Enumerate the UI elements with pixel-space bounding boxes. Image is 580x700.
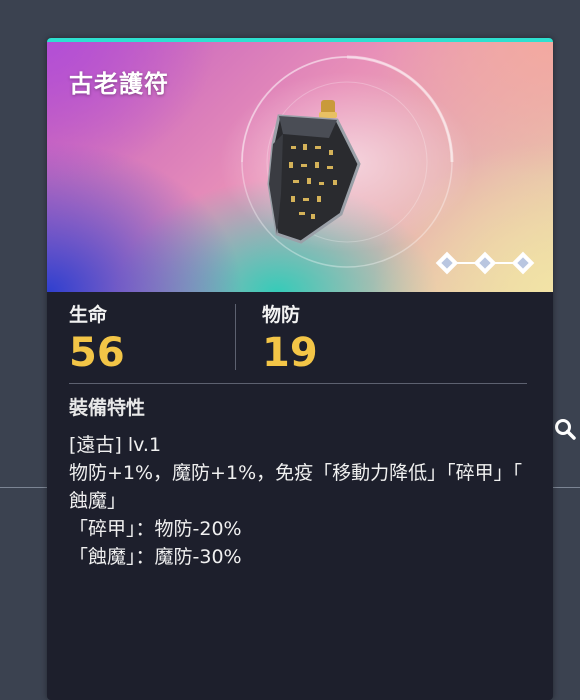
trait-line: 蝕魔」 xyxy=(69,490,127,512)
diamond-icon xyxy=(473,251,497,275)
diamond-icon xyxy=(511,251,535,275)
trait-line: 「蝕魔」：魔防-30% xyxy=(69,546,242,568)
trait-line: 物防+1%，魔防+1%，免疫「移動力降低」「碎甲」「 xyxy=(69,462,523,484)
diamond-icon xyxy=(435,251,459,275)
stat-hp-label: 生命 xyxy=(69,304,108,326)
item-title: 古老護符 xyxy=(69,70,169,98)
trait-line: 「碎甲」：物防-20% xyxy=(69,518,242,540)
traits-title: 裝備特性 xyxy=(69,397,146,419)
stat-physical-defense: 物防 19 xyxy=(262,300,318,373)
traits-description: [遠古] lv.1 物防+1%，魔防+1%，免疫「移動力降低」「碎甲」「 蝕魔」… xyxy=(69,431,535,571)
stat-divider xyxy=(235,304,236,370)
item-hero: 古老護符 xyxy=(47,42,553,292)
search-icon[interactable] xyxy=(554,418,576,440)
rarity-indicator xyxy=(435,251,535,275)
stat-hp-value: 56 xyxy=(69,330,125,376)
trait-line: [遠古] lv.1 xyxy=(69,434,162,456)
section-divider xyxy=(69,383,527,384)
item-card: 古老護符 生命 56 物防 19 裝備特性 [遠古] lv.1 物防+1%，魔防… xyxy=(47,38,553,700)
amulet-icon xyxy=(267,100,361,244)
stat-hp: 生命 56 xyxy=(69,300,125,373)
stat-physical-defense-value: 19 xyxy=(262,330,318,376)
stat-physical-defense-label: 物防 xyxy=(262,304,301,326)
stats-panel: 生命 56 物防 19 xyxy=(47,292,553,382)
